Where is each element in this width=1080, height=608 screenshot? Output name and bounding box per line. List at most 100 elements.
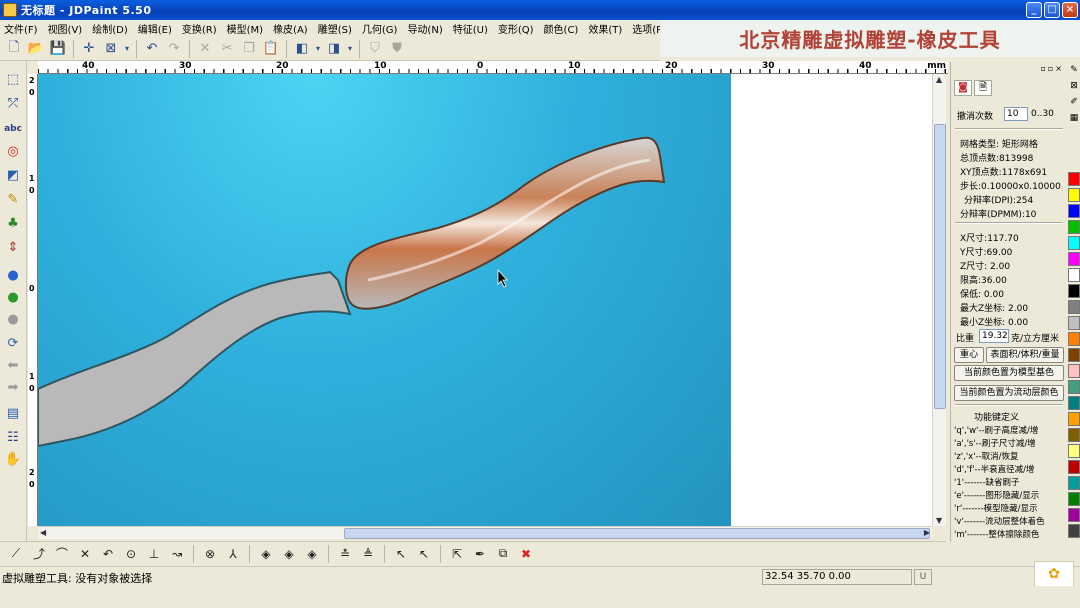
line-icon[interactable]: ⟋ <box>6 544 26 564</box>
arc-icon[interactable]: ⌒ <box>52 544 72 564</box>
rotate-icon[interactable]: ⟳ <box>3 333 23 353</box>
zoom-box-icon[interactable]: ⊠ <box>101 39 121 59</box>
menu-eraser[interactable]: 橡皮(A) <box>269 21 314 36</box>
vertical-scroll-thumb[interactable] <box>934 124 946 409</box>
cube-view-icon[interactable]: ◨ <box>324 39 344 59</box>
menu-draw[interactable]: 绘制(D) <box>88 21 134 36</box>
save-icon[interactable]: 💾 <box>48 39 68 59</box>
arrow-x2-icon[interactable]: ↖ <box>414 544 434 564</box>
perpendicular-icon[interactable]: ⊥ <box>144 544 164 564</box>
menu-sculpt[interactable]: 雕塑(S) <box>314 21 358 36</box>
scroll-right-icon[interactable]: ▶ <box>924 528 930 537</box>
set-base-color-button[interactable]: 当前颜色置为模型基色 <box>954 365 1064 381</box>
density-input[interactable]: 19.32 <box>979 329 1009 343</box>
color-swatch[interactable] <box>1068 412 1080 426</box>
brush-color-icon[interactable]: ✐ <box>1068 96 1080 109</box>
menu-model[interactable]: 模型(M) <box>223 21 269 36</box>
layers-icon[interactable]: ▤ <box>3 403 23 423</box>
horizontal-scroll-thumb[interactable] <box>344 528 930 539</box>
color-swatch[interactable] <box>1068 284 1080 298</box>
color-swatch[interactable] <box>1068 460 1080 474</box>
color-swatch[interactable] <box>1068 508 1080 522</box>
new-icon[interactable]: 🗋 <box>4 39 24 59</box>
cut-icon[interactable]: ✂ <box>217 39 237 59</box>
color-swatch[interactable] <box>1068 300 1080 314</box>
redo-icon[interactable]: ↷ <box>164 39 184 59</box>
dropdown-arrow-icon[interactable]: ▾ <box>123 39 131 59</box>
diamond-icon[interactable]: ◈ <box>256 544 276 564</box>
title-bar[interactable]: 无标题 - JDPaint 5.50 _ □ × <box>0 0 1080 20</box>
panel-controls[interactable]: ▫▫× <box>1040 64 1064 73</box>
maximize-button[interactable]: □ <box>1044 2 1060 18</box>
close-button[interactable]: × <box>1062 2 1078 18</box>
drawing-canvas[interactable] <box>38 74 946 526</box>
bulb-gray-icon[interactable]: ● <box>3 309 23 329</box>
paste-icon[interactable]: 📋 <box>261 39 281 59</box>
diamond3-icon[interactable]: ◈ <box>302 544 322 564</box>
delete-icon[interactable]: ✕ <box>195 39 215 59</box>
menu-effect[interactable]: 效果(T) <box>584 21 628 36</box>
open-icon[interactable]: 📂 <box>26 39 46 59</box>
vertical-scrollbar[interactable]: ▲ ▼ <box>932 74 946 526</box>
stack2-icon[interactable]: ≜ <box>358 544 378 564</box>
color-swatch[interactable] <box>1068 364 1080 378</box>
arrow-x-icon[interactable]: ↖ <box>391 544 411 564</box>
scroll-up-icon[interactable]: ▲ <box>936 75 942 84</box>
mirror-icon[interactable]: ◩ <box>3 165 23 185</box>
tab-document-icon[interactable]: 🗎 <box>974 80 992 96</box>
color-swatch[interactable] <box>1068 204 1080 218</box>
pattern-icon[interactable]: ▦ <box>1068 112 1080 125</box>
menu-geometry[interactable]: 几何(G) <box>358 21 404 36</box>
undo-count-input[interactable]: 10 <box>1004 107 1028 121</box>
box-icon[interactable]: ⧉ <box>493 544 513 564</box>
color-swatch[interactable] <box>1068 268 1080 282</box>
point-circle-icon[interactable]: ⊙ <box>121 544 141 564</box>
pen-icon[interactable]: ✒ <box>470 544 490 564</box>
tab-model-icon[interactable]: ◙ <box>954 80 972 96</box>
bulb-green-icon[interactable]: ● <box>3 287 23 307</box>
select-icon[interactable]: ⬚ <box>3 69 23 89</box>
minimize-button[interactable]: _ <box>1026 2 1042 18</box>
grid-icon[interactable]: ☷ <box>3 427 23 447</box>
sculpt-icon[interactable]: ♣ <box>3 213 23 233</box>
bulb-blue-icon[interactable]: ● <box>3 265 23 285</box>
menu-color[interactable]: 颜色(C) <box>540 21 585 36</box>
close-red-icon[interactable]: ✖ <box>516 544 536 564</box>
arrow-left-icon[interactable]: ⬅ <box>3 355 23 375</box>
menu-file[interactable]: 文件(F) <box>0 21 44 36</box>
tangent-icon[interactable]: ↝ <box>167 544 187 564</box>
color-swatch[interactable] <box>1068 252 1080 266</box>
color-swatch[interactable] <box>1068 476 1080 490</box>
crosshair-icon[interactable]: ✛ <box>79 39 99 59</box>
color-swatch[interactable] <box>1068 188 1080 202</box>
color-swatch[interactable] <box>1068 236 1080 250</box>
cursor-select-icon[interactable]: ⇱ <box>447 544 467 564</box>
snap-icon[interactable]: ⊗ <box>200 544 220 564</box>
shield-dark-icon[interactable]: ⛊ <box>387 39 407 59</box>
scroll-down-icon[interactable]: ▼ <box>936 516 942 525</box>
color-swatch[interactable] <box>1068 492 1080 506</box>
menu-guide[interactable]: 导动(N) <box>403 21 448 36</box>
area-volume-weight-button[interactable]: 表面积/体积/重量 <box>986 347 1064 363</box>
color-swatch[interactable] <box>1068 348 1080 362</box>
eyedropper-icon[interactable]: ✎ <box>1068 64 1080 77</box>
hand-icon[interactable]: ✋ <box>3 449 23 469</box>
text-icon[interactable]: abc <box>3 119 23 139</box>
height-icon[interactable]: ⇕ <box>3 237 23 257</box>
dropdown-arrow-icon[interactable]: ▾ <box>314 39 322 59</box>
color-swatch[interactable] <box>1068 444 1080 458</box>
color-swatch[interactable] <box>1068 220 1080 234</box>
cube-icon[interactable]: ◧ <box>292 39 312 59</box>
circle-icon[interactable]: ◎ <box>3 141 23 161</box>
copy-icon[interactable]: ❐ <box>239 39 259 59</box>
node-edit-icon[interactable]: ⤱ <box>3 93 23 113</box>
centroid-button[interactable]: 重心 <box>954 347 984 363</box>
spline-icon[interactable]: ⤴ <box>29 544 49 564</box>
horizontal-scrollbar[interactable]: ◀ ▶ <box>38 526 932 539</box>
brush-icon[interactable]: ✎ <box>3 189 23 209</box>
relief-model[interactable] <box>38 74 731 526</box>
trim-icon[interactable]: ✕ <box>75 544 95 564</box>
color-swatch[interactable] <box>1068 380 1080 394</box>
set-flow-color-button[interactable]: 当前颜色置为流动层颜色 <box>954 385 1064 401</box>
color-swatch[interactable] <box>1068 172 1080 186</box>
